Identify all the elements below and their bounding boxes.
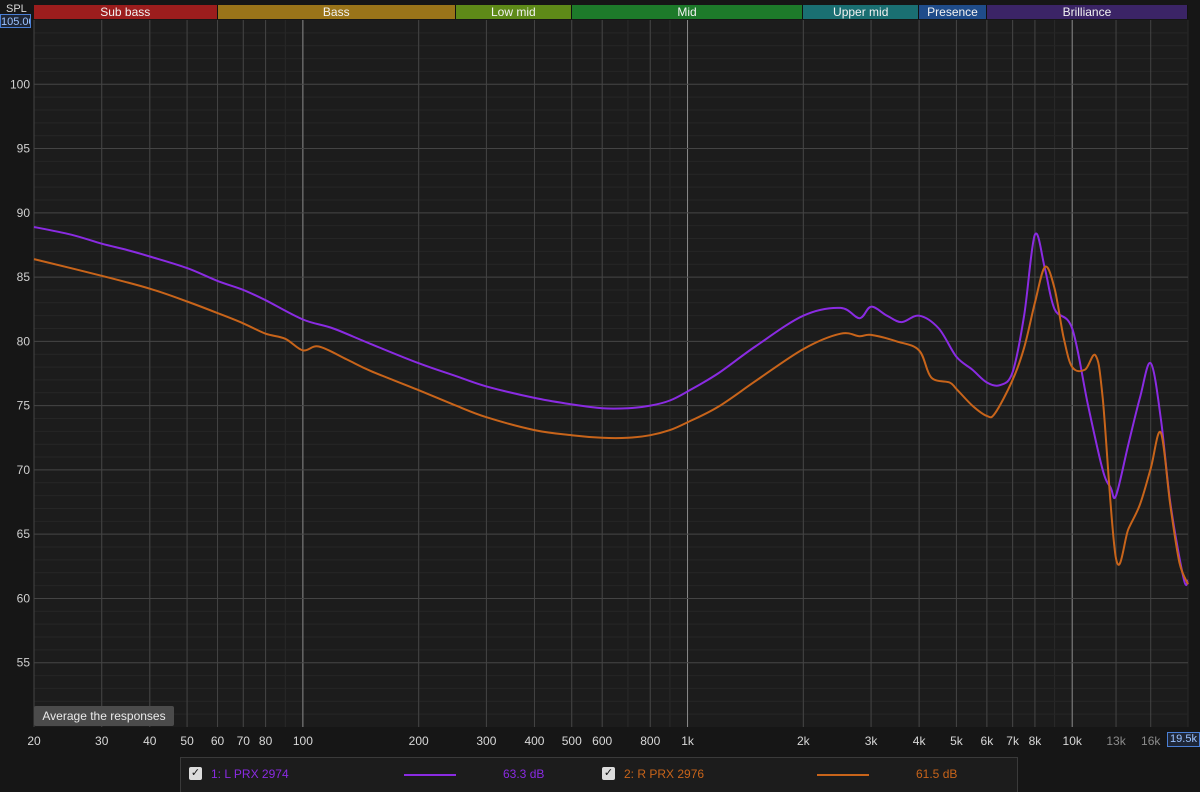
x-tick-label: 600 [592, 734, 612, 748]
x-tick-label: 20 [27, 734, 41, 748]
x-tick-label: 300 [476, 734, 496, 748]
y-tick-label: 90 [17, 206, 31, 220]
x-max-value-box[interactable]: 19.5k [1167, 732, 1200, 747]
x-tick-label: 5k [950, 734, 964, 748]
legend-name-right: 2: R PRX 2976 [624, 767, 704, 781]
y-tick-label: 60 [17, 591, 31, 605]
legend-label-right: R PRX 2976 [637, 767, 705, 781]
x-tick-label: 13k [1106, 734, 1126, 748]
x-tick-label: 500 [562, 734, 582, 748]
y-tick-label: 65 [17, 527, 31, 541]
y-tick-label: 100 [10, 77, 30, 91]
x-tick-label: 6k [981, 734, 995, 748]
x-tick-label: 50 [180, 734, 194, 748]
y-tick-label: 95 [17, 142, 31, 156]
x-tick-label: 80 [259, 734, 273, 748]
legend-index-right: 2: [624, 767, 635, 781]
x-tick-label: 200 [409, 734, 429, 748]
x-tick-label: 2k [797, 734, 811, 748]
frequency-response-window: Sub bass Bass Low mid Mid Upper mid Presence B… [0, 0, 1200, 792]
x-tick-label: 4k [913, 734, 927, 748]
legend-label-left: L PRX 2974 [224, 767, 289, 781]
x-tick-label: 3k [865, 734, 879, 748]
x-tick-label: 100 [293, 734, 313, 748]
x-tick-label: 400 [524, 734, 544, 748]
legend-checkbox-left[interactable]: ✓ [189, 767, 202, 780]
x-tick-label: 60 [211, 734, 225, 748]
average-responses-button[interactable]: Average the responses [34, 706, 174, 726]
legend-name-left: 1: L PRX 2974 [211, 767, 289, 781]
x-tick-label: 10k [1063, 734, 1083, 748]
y-tick-label: 80 [17, 334, 31, 348]
x-tick-label: 1k [681, 734, 695, 748]
x-tick-label: 30 [95, 734, 109, 748]
legend-swatch-right [817, 774, 869, 776]
x-tick-label: 40 [143, 734, 157, 748]
legend-checkbox-right[interactable]: ✓ [602, 767, 615, 780]
legend-index-left: 1: [211, 767, 222, 781]
legend-panel: ✓ 1: L PRX 2974 63.3 dB ✓ 2: R PRX 2976 … [180, 757, 1018, 792]
x-tick-label: 8k [1029, 734, 1043, 748]
y-max-value-box[interactable]: 105.00 [0, 14, 31, 28]
legend-level-left: 63.3 dB [503, 767, 545, 781]
legend-swatch-left [404, 774, 456, 776]
x-tick-label: 800 [640, 734, 660, 748]
y-tick-label: 85 [17, 270, 31, 284]
legend-level-right: 61.5 dB [916, 767, 958, 781]
x-tick-label: 70 [237, 734, 251, 748]
x-tick-label: 16k [1141, 734, 1161, 748]
x-tick-label: 7k [1006, 734, 1020, 748]
y-tick-label: 70 [17, 463, 31, 477]
frequency-response-chart[interactable]: 55 60 65 70 75 80 85 90 95 100 20 30 40 50 60 70 80 100 20… [0, 0, 1200, 792]
y-tick-label: 75 [17, 399, 31, 413]
y-tick-label: 55 [17, 656, 31, 670]
